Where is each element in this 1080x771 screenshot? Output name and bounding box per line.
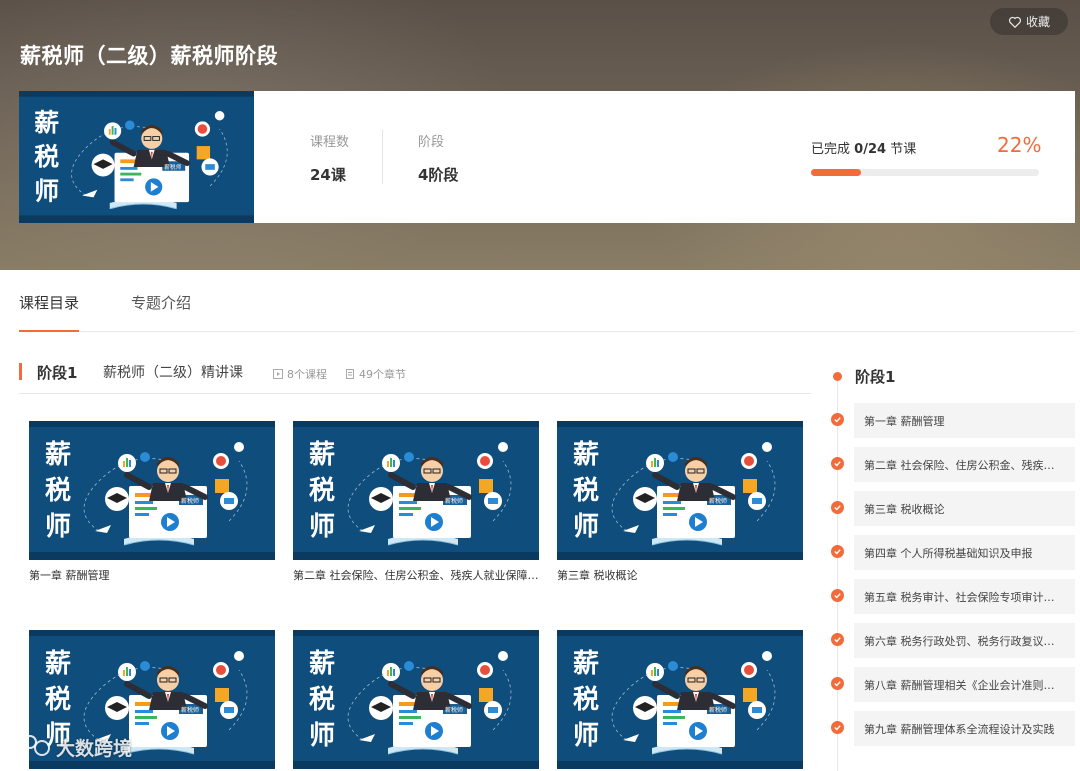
chapter-label: 第一章 薪酬管理 — [864, 415, 945, 428]
stage-name: 薪税师（二级）精讲课 — [103, 365, 243, 381]
course-thumbnail — [293, 630, 539, 769]
course-card[interactable] — [293, 630, 539, 771]
course-thumbnail — [293, 421, 539, 560]
progress-suffix: 节课 — [890, 142, 917, 157]
check-icon — [831, 413, 844, 426]
course-cover-image — [19, 91, 254, 223]
timeline-dot — [833, 372, 842, 381]
tab-topic-intro[interactable]: 专题介绍 — [131, 292, 191, 313]
sidebar-chapter-item[interactable]: 第四章 个人所得税基础知识及申报 — [854, 535, 1075, 570]
chapter-sidebar: 阶段1 第一章 薪酬管理 第二章 社会保险、住房公积金、残疾人就业保障金、工会经… — [826, 360, 1076, 771]
course-count: 8个课程 — [287, 368, 327, 381]
course-card[interactable]: 第三章 税收概论 — [557, 421, 803, 583]
check-icon — [831, 721, 844, 734]
course-title: 第一章 薪酬管理 — [29, 569, 110, 582]
stat-label: 课程数 — [310, 135, 350, 150]
course-thumbnail — [557, 421, 803, 560]
sidebar-chapter-item[interactable]: 第一章 薪酬管理 — [854, 403, 1075, 438]
check-icon — [831, 501, 844, 514]
stat-divider — [382, 130, 383, 184]
stat-stage-count: 阶段 4阶段 — [418, 131, 458, 185]
chapter-label: 第四章 个人所得税基础知识及申报 — [864, 547, 1033, 560]
tab-bar: 课程目录 专题介绍 — [19, 270, 1075, 332]
timeline-line — [837, 378, 838, 771]
stat-course-count: 课程数 24课 — [310, 131, 349, 185]
document-icon — [346, 369, 354, 379]
stat-label: 阶段 — [418, 135, 445, 150]
check-icon — [831, 633, 844, 646]
watermark-logo-icon — [7, 735, 50, 757]
course-count-meta: 8个课程 — [273, 366, 327, 382]
tab-course-catalog[interactable]: 课程目录 — [19, 292, 80, 332]
course-card[interactable] — [557, 630, 803, 771]
favorite-button[interactable]: 收藏 — [990, 8, 1068, 35]
course-title: 第二章 社会保险、住房公积金、残疾人就业保障金、工会经费 — [293, 569, 539, 582]
progress-count: 0/24 — [854, 142, 887, 157]
chapter-label: 第五章 税务审计、社会保险专项审计与风险管理 — [864, 591, 1064, 604]
sidebar-stage-heading: 阶段1 — [855, 368, 896, 386]
course-card[interactable]: 第一章 薪酬管理 — [29, 421, 275, 583]
chapter-label: 第六章 税务行政处罚、税务行政复议、税务行政诉讼 — [864, 635, 1064, 648]
favorite-label: 收藏 — [1025, 15, 1050, 29]
progress-bar — [811, 169, 1039, 176]
sidebar-chapter-item[interactable]: 第五章 税务审计、社会保险专项审计与风险管理 — [854, 579, 1075, 614]
chapter-label: 第三章 税收概论 — [864, 503, 945, 516]
course-summary-card: 课程数 24课 阶段 4阶段 已完成 0/24 节课 22% — [19, 91, 1075, 223]
chapter-label: 第八章 薪酬管理相关《企业会计准则》及会计处理 — [864, 679, 1064, 692]
stage-number: 阶段1 — [37, 364, 78, 382]
sidebar-chapter-item[interactable]: 第二章 社会保险、住房公积金、残疾人就业保障金、工会经费 — [854, 447, 1075, 482]
course-thumbnail — [29, 421, 275, 560]
check-icon — [831, 457, 844, 470]
course-card[interactable]: 第二章 社会保险、住房公积金、残疾人就业保障金、工会经费 — [293, 421, 539, 583]
stat-value: 4阶段 — [418, 166, 459, 184]
page-title: 薪税师（二级）薪税师阶段 — [20, 44, 278, 68]
check-icon — [831, 545, 844, 558]
chapter-count: 49个章节 — [359, 368, 406, 381]
heart-icon — [1009, 16, 1021, 28]
sidebar-chapter-item[interactable]: 第三章 税收概论 — [854, 491, 1075, 526]
course-thumbnail — [557, 630, 803, 769]
stage-accent-bar — [19, 363, 22, 380]
chapter-count-meta: 49个章节 — [345, 366, 406, 382]
chapter-label: 第二章 社会保险、住房公积金、残疾人就业保障金、工会经费 — [864, 459, 1064, 472]
course-title: 第三章 税收概论 — [557, 569, 638, 582]
stat-value: 24课 — [310, 166, 346, 184]
course-banner: 收藏 薪税师（二级）薪税师阶段 课程数 24课 阶段 4阶段 已完成 0/24 … — [0, 0, 1080, 270]
check-icon — [831, 589, 844, 602]
progress-bar-fill — [811, 169, 862, 176]
sidebar-chapter-item[interactable]: 第六章 税务行政处罚、税务行政复议、税务行政诉讼 — [854, 623, 1075, 658]
sidebar-chapter-item[interactable]: 第八章 薪酬管理相关《企业会计准则》及会计处理 — [854, 667, 1075, 702]
watermark-text: 大数跨境 — [56, 737, 133, 760]
sidebar-chapter-item[interactable]: 第九章 薪酬管理体系全流程设计及实践 — [854, 711, 1075, 746]
stage-header: 阶段1 薪税师（二级）精讲课 8个课程 49个章节 — [19, 360, 811, 394]
progress-prefix: 已完成 — [811, 142, 851, 157]
progress-percent: 22% — [997, 133, 1042, 157]
chapter-label: 第九章 薪酬管理体系全流程设计及实践 — [864, 723, 1055, 736]
check-icon — [831, 677, 844, 690]
progress-text: 已完成 0/24 节课 — [811, 138, 916, 157]
play-icon — [273, 369, 283, 379]
watermark: 大数跨境 — [6, 732, 132, 762]
